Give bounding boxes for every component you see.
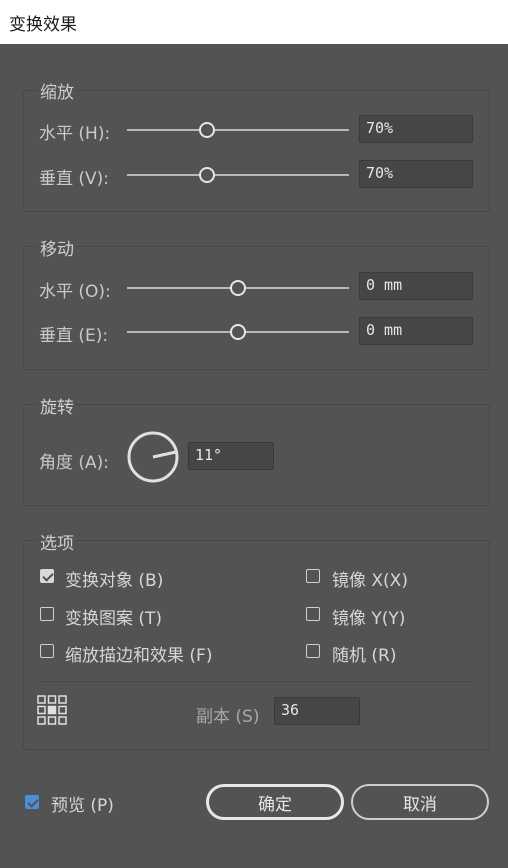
reflect-y-checkbox[interactable] (306, 607, 320, 621)
options-divider (37, 681, 473, 682)
move-horizontal-label: 水平 (O): (39, 282, 111, 302)
angle-dial-icon[interactable] (126, 430, 180, 484)
transform-patterns-label: 变换图案 (T) (65, 609, 163, 629)
options-legend: 选项 (38, 529, 76, 554)
scale-strokes-checkbox[interactable] (40, 644, 54, 658)
preview-label: 预览 (P) (51, 796, 114, 816)
scale-legend: 缩放 (38, 78, 76, 103)
move-vertical-label: 垂直 (E): (39, 326, 109, 346)
scale-horizontal-slider-track[interactable] (127, 129, 349, 131)
copies-input[interactable]: 36 (274, 697, 360, 725)
scale-horizontal-input[interactable]: 70% (359, 115, 473, 143)
scale-horizontal-slider-thumb[interactable] (199, 122, 215, 138)
transform-objects-label: 变换对象 (B) (65, 571, 164, 591)
preview-checkbox[interactable] (25, 795, 39, 809)
scale-vertical-slider-thumb[interactable] (199, 167, 215, 183)
angle-label: 角度 (A): (39, 453, 110, 473)
window-title: 变换效果 (9, 15, 77, 35)
reflect-x-label: 镜像 X(X) (332, 571, 408, 591)
scale-group (23, 90, 490, 212)
move-group (23, 246, 490, 370)
transform-patterns-checkbox[interactable] (40, 607, 54, 621)
cancel-button[interactable]: 取消 (351, 784, 489, 820)
scale-horizontal-label: 水平 (H): (39, 124, 111, 144)
scale-vertical-input[interactable]: 70% (359, 160, 473, 188)
reflect-x-checkbox[interactable] (306, 569, 320, 583)
move-vertical-slider-thumb[interactable] (230, 324, 246, 340)
move-horizontal-input[interactable]: 0 mm (359, 272, 473, 300)
move-vertical-input[interactable]: 0 mm (359, 317, 473, 345)
copies-label: 副本 (S) (196, 707, 260, 727)
scale-vertical-label: 垂直 (V): (39, 169, 110, 189)
rotate-legend: 旋转 (38, 393, 76, 418)
move-legend: 移动 (38, 235, 76, 260)
random-label: 随机 (R) (332, 646, 397, 666)
angle-input[interactable]: 11° (188, 442, 274, 470)
reference-point-icon[interactable] (37, 695, 67, 725)
reflect-y-label: 镜像 Y(Y) (332, 609, 406, 629)
title-bar: 变换效果 (0, 0, 508, 44)
scale-strokes-label: 缩放描边和效果 (F) (65, 646, 213, 666)
move-horizontal-slider-thumb[interactable] (230, 280, 246, 296)
ok-button[interactable]: 确定 (206, 784, 344, 820)
random-checkbox[interactable] (306, 644, 320, 658)
transform-objects-checkbox[interactable] (40, 569, 54, 583)
scale-vertical-slider-track[interactable] (127, 174, 349, 176)
